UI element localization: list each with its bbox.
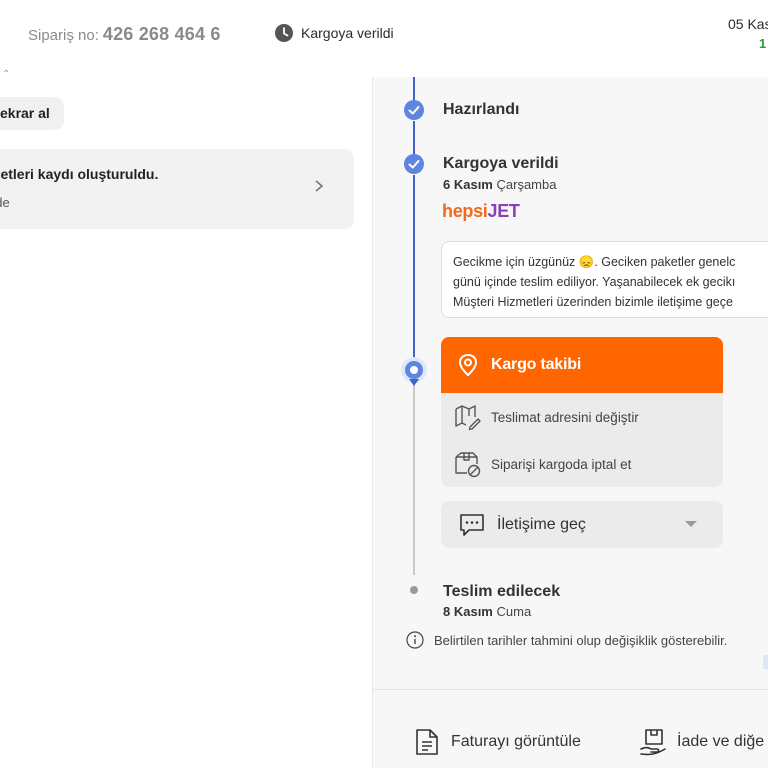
document-icon — [416, 729, 438, 755]
track-shipment-label: Kargo takibi — [491, 356, 582, 373]
buy-again-button[interactable]: ekrar al — [0, 97, 64, 130]
chevron-right-icon — [315, 180, 324, 192]
caret-down-icon — [685, 521, 697, 527]
scroll-indicator — [763, 655, 768, 669]
step-delivery-date-day: 8 Kasım — [443, 604, 493, 619]
step-delivery-date-weekday: Cuma — [496, 604, 532, 619]
order-number: Sipariş no: 426 268 464 6 — [28, 24, 221, 45]
change-address-label: Teslimat adresini değiştir — [491, 409, 639, 425]
support-notice-title: metleri kaydı oluşturuldu. — [0, 166, 159, 182]
timeline-line-pending — [413, 383, 415, 575]
return-button[interactable]: İade ve diğe — [639, 727, 764, 757]
shipment-actions: Kargo takibi Teslimat adresini değiştir … — [441, 337, 723, 487]
box-cancel-icon — [455, 452, 481, 478]
map-edit-icon — [455, 405, 481, 431]
step-prepared-title: Hazırlandı — [443, 101, 520, 118]
delay-message-line: günü içinde teslim ediliyor. Yaşanabilec… — [453, 275, 736, 289]
scroll-tick: ⌃ — [2, 69, 11, 80]
delay-message-line: Gecikme için üzgünüz 😞. Geciken paketler… — [453, 255, 736, 269]
step-pending-icon — [410, 586, 418, 594]
shipment-timeline-panel: Hazırlandı Kargoya verildi 6 Kasım Çarşa… — [372, 77, 768, 768]
order-header: Sipariş no: 426 268 464 6 Kargoya verildi… — [0, 0, 768, 77]
track-shipment-button[interactable]: Kargo takibi — [441, 337, 723, 393]
support-notice-sub: nde — [0, 195, 10, 210]
view-invoice-button[interactable]: Faturayı görüntüle — [413, 727, 581, 757]
step-delivery-date: 8 Kasım Cuma — [443, 604, 531, 619]
step-check-icon — [404, 154, 424, 174]
cancel-in-shipment-label: Siparişi kargoda iptal et — [491, 456, 632, 472]
step-shipped-title: Kargoya verildi — [443, 155, 559, 172]
chat-bubble-icon — [460, 513, 484, 536]
location-pin-icon — [458, 353, 478, 377]
contact-dropdown[interactable]: İletişime geç — [441, 501, 723, 548]
carrier-logo-part1: hepsi — [442, 201, 488, 221]
cancel-in-shipment-button[interactable]: Siparişi kargoda iptal et — [441, 441, 723, 487]
carrier-logo-part2: JET — [487, 201, 520, 221]
view-invoice-label: Faturayı görüntüle — [451, 733, 581, 750]
current-position-tip — [409, 379, 419, 386]
return-box-icon — [640, 729, 666, 756]
support-notice-card[interactable]: metleri kaydı oluşturuldu. nde — [0, 149, 354, 229]
order-number-label: Sipariş no: — [28, 27, 99, 44]
divider — [373, 689, 768, 690]
contact-label: İletişime geç — [497, 515, 586, 533]
step-delivery-title: Teslim edilecek — [443, 583, 561, 600]
order-number-value: 426 268 464 6 — [102, 24, 221, 44]
order-status-label: Kargoya verildi — [301, 25, 394, 41]
step-shipped-date-weekday: Çarşamba — [496, 177, 557, 192]
clock-icon — [275, 24, 293, 42]
left-panel: ⌃ ekrar al metleri kaydı oluşturuldu. nd… — [0, 69, 372, 768]
delay-message-line: Müşteri Hizmetleri üzerinden bizimle ile… — [453, 295, 733, 309]
step-check-icon — [404, 100, 424, 120]
change-address-button[interactable]: Teslimat adresini değiştir — [441, 394, 723, 440]
timeline-line — [413, 121, 415, 155]
estimate-disclaimer: Belirtilen tarihler tahmini olup değişik… — [406, 631, 727, 649]
step-shipped-date-day: 6 Kasım — [443, 177, 493, 192]
carrier-logo: hepsiJET — [442, 201, 520, 222]
timeline-line — [413, 77, 415, 101]
timeline-line — [413, 175, 415, 363]
delay-message: Gecikme için üzgünüz 😞. Geciken paketler… — [441, 241, 768, 318]
order-date-sub: 1 — [759, 36, 767, 51]
order-date: 05 Kas — [728, 16, 768, 32]
return-label: İade ve diğe — [677, 733, 765, 750]
estimate-disclaimer-text: Belirtilen tarihler tahmini olup değişik… — [434, 632, 728, 648]
info-icon — [406, 631, 424, 649]
current-position-icon — [405, 361, 423, 379]
order-status: Kargoya verildi — [275, 24, 394, 42]
step-shipped-date: 6 Kasım Çarşamba — [443, 177, 556, 192]
